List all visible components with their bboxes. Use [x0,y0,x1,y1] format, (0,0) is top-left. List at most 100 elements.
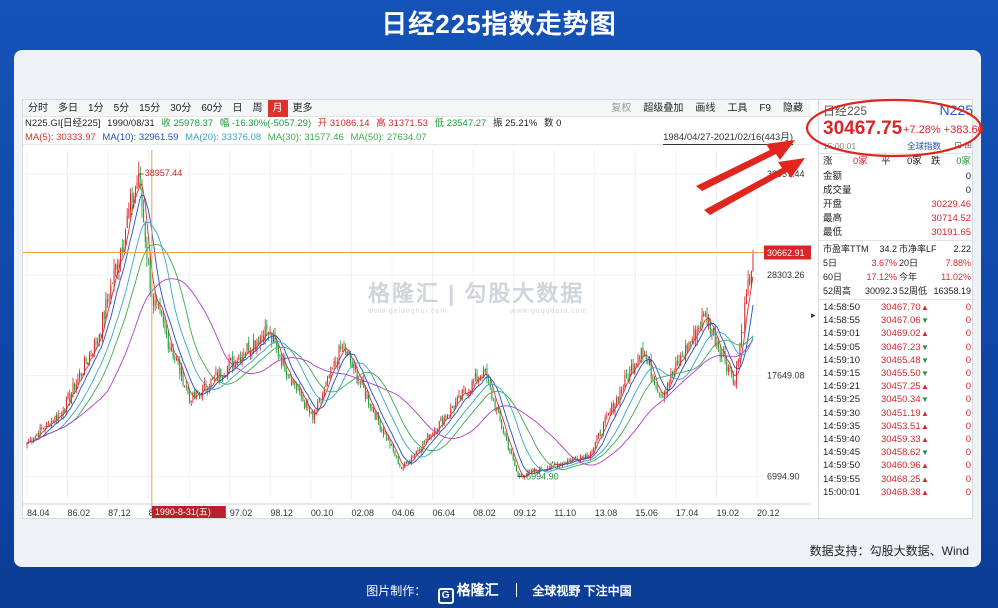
candle-body [637,357,639,366]
candle-body [113,268,115,283]
tick-row: 14:58:55 30467.06 ▼ 0 [823,315,973,328]
candle-body [157,304,159,306]
candle-body [144,222,146,242]
watermark-divider: | [448,281,457,306]
candle-body [703,313,705,317]
field-value: 30229.46 [931,199,971,210]
candle-body [36,434,38,437]
candle-body [417,450,419,451]
candle-body [749,276,751,284]
up-arrow-icon: ▲ [921,303,929,312]
candle-body [47,421,49,423]
candle-body [624,375,626,388]
candle-body [126,215,128,229]
tick-volume: 0 [965,394,971,406]
add-icon[interactable]: ⊞ [964,140,972,150]
footer: 图片制作： G 格隆汇 全球视野 下注中国 [0,572,998,608]
candle-body [299,388,301,391]
candle-body [451,406,453,408]
settings-icon[interactable]: ⊡ [954,140,962,150]
candle-body [302,395,304,402]
x-tick-label: 15.06 [635,508,658,518]
tick-time: 14:59:50 [823,460,860,472]
candle-body [617,396,619,402]
candle-body [320,399,322,401]
candle-body [359,383,361,384]
data-source: 数据支持：勾股大数据、Wind [809,544,969,558]
candle-body [297,389,299,391]
candle-body [131,193,133,207]
candle-body [593,447,595,452]
y-tick-label: 38957.44 [767,169,805,179]
candle-body [243,354,245,356]
ratio-value: 30092.3 [865,286,898,296]
candle-body [264,326,266,342]
candle-body [391,444,393,446]
brand-logo-icon: G [437,588,454,604]
candle-body [402,467,404,470]
candle-body [653,376,655,386]
field-label: 最高 [823,213,843,224]
ratio-row: 60日 17.12% 今年 11.02% [823,270,973,284]
field-value: 30191.65 [931,227,971,238]
global-index-link[interactable]: 全球指数 [907,140,941,152]
expand-panel-arrow-icon[interactable]: ▸ [811,310,816,321]
x-tick-label: 97.02 [230,508,253,518]
up-arrow-icon: ▲ [921,382,929,392]
candle-body [246,343,248,352]
quote-field: 成交量 0 [823,184,973,198]
candle-body [215,372,217,376]
candle-body [381,428,383,430]
candle-body [718,342,720,349]
tick-volume: 0 [965,302,971,313]
page-title: 日经225指数走势图 [381,9,617,39]
candle-body [221,376,223,379]
candle-body [621,390,623,392]
tick-time: 15:00:01 [823,486,860,498]
candle-body [686,344,688,352]
candle-body [108,299,110,301]
candle-body [121,247,123,253]
candle-body [309,407,311,414]
candle-body [286,371,288,376]
candle-body [164,321,166,329]
candle-body [166,330,168,335]
x-tick-label: 20.12 [757,508,780,518]
tick-volume: 0 [965,368,971,379]
tick-price: 30468.38 [881,486,921,498]
quote-field: 金额 0 [823,170,973,184]
min-annotation: 6994.90 [526,471,559,481]
candle-body [180,367,182,376]
tick-volume: 0 [965,486,971,498]
tick-price: 30451.19 [881,407,921,419]
ratio-value: 17.12% [866,272,897,282]
candle-body [642,347,644,356]
candle-body [752,254,754,271]
candle-body [622,388,624,390]
candle-body [220,369,222,378]
candle-body [41,426,43,429]
x-tick-label: 06.04 [433,508,456,518]
up-arrow-icon: ▲ [921,329,929,339]
candle-body [745,294,747,304]
candle-body [162,316,164,323]
candle-body [660,394,662,395]
candle-body [169,347,171,350]
tick-volume: 0 [965,341,971,353]
candle-body [652,377,654,379]
candle-body [675,362,677,370]
candle-body [335,362,337,364]
candle-body [512,453,514,460]
candle-body [453,406,455,410]
ratio-row: 52周高 30092.3 52周低 16358.19 [823,284,973,298]
candle-body [105,299,107,319]
tick-time: 14:59:30 [823,407,860,419]
candle-body [520,474,522,477]
candle-body [611,404,613,413]
candle-body [254,340,256,349]
tick-time: 14:59:25 [823,394,860,406]
candle-body [373,407,375,413]
candle-body [649,360,651,365]
candle-body [90,354,92,356]
tick-time: 14:59:55 [823,473,860,485]
